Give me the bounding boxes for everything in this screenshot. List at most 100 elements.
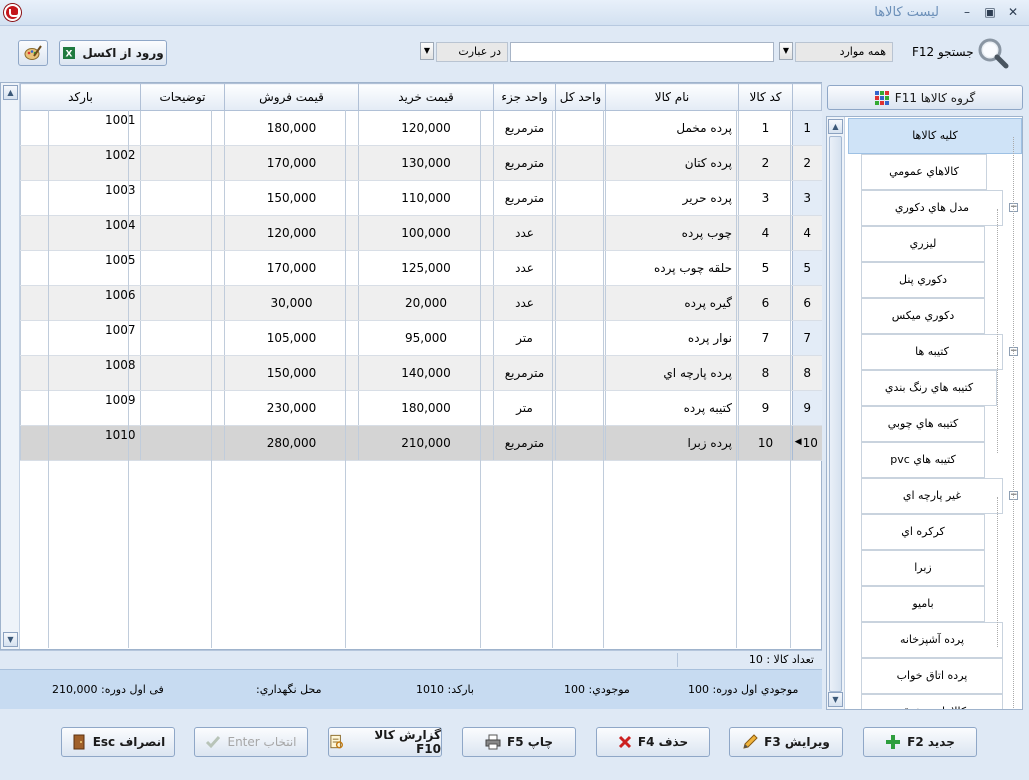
barcode-cell[interactable]: 1008 — [20, 355, 141, 391]
column-header-unit-total[interactable]: واحد کل — [555, 83, 606, 111]
sell-price-cell[interactable]: 150,000 — [224, 180, 359, 216]
tree-scroll-down-icon[interactable]: ▼ — [828, 692, 843, 707]
row-index-cell[interactable]: 4 — [792, 215, 822, 251]
match-mode-dropdown-arrow[interactable]: ▼ — [420, 42, 434, 60]
name-cell[interactable]: حلقه چوب پرده — [605, 250, 739, 286]
sell-price-cell[interactable]: 180,000 — [224, 110, 359, 146]
tree-node[interactable]: کتيبه هاي رنگ بندي — [861, 370, 997, 406]
code-cell[interactable]: 7 — [738, 320, 793, 356]
unit-part-cell[interactable]: مترمربع — [493, 145, 556, 181]
unit-part-cell[interactable]: عدد — [493, 285, 556, 321]
unit-total-cell[interactable] — [555, 320, 606, 356]
unit-part-cell[interactable]: متر — [493, 320, 556, 356]
column-header-name[interactable]: نام کالا — [605, 83, 739, 111]
search-input[interactable] — [510, 42, 774, 62]
unit-part-cell[interactable]: مترمربع — [493, 425, 556, 461]
tree-node[interactable]: دکوري ميکس — [861, 298, 985, 334]
buy-price-cell[interactable]: 210,000 — [358, 425, 494, 461]
row-index-cell[interactable]: 9 — [792, 390, 822, 426]
table-row[interactable]: 10 ◀ 10 پرده زبرا مترمربع 210,000 280,000 1010 — [20, 425, 822, 461]
unit-part-cell[interactable]: مترمربع — [493, 110, 556, 146]
select-button[interactable]: انتخاب Enter — [194, 727, 308, 757]
buy-price-cell[interactable]: 180,000 — [358, 390, 494, 426]
unit-part-cell[interactable]: مترمربع — [493, 355, 556, 391]
code-cell[interactable]: 5 — [738, 250, 793, 286]
print-button[interactable]: چاپ F5 — [462, 727, 576, 757]
sell-price-cell[interactable]: 105,000 — [224, 320, 359, 356]
tree-node[interactable]: کتيبه ها — [861, 334, 1003, 370]
name-cell[interactable]: چوب پرده — [605, 215, 739, 251]
tree-scroll-up-icon[interactable]: ▲ — [828, 119, 843, 134]
delete-button[interactable]: حذف F4 — [596, 727, 710, 757]
barcode-cell[interactable]: 1004 — [20, 215, 141, 251]
edit-button[interactable]: ويرايش F3 — [729, 727, 843, 757]
code-cell[interactable]: 1 — [738, 110, 793, 146]
tree-vertical-scrollbar[interactable]: ▲ ▼ — [827, 117, 845, 709]
buy-price-cell[interactable]: 110,000 — [358, 180, 494, 216]
unit-part-cell[interactable]: متر — [493, 390, 556, 426]
name-cell[interactable]: گيره پرده — [605, 285, 739, 321]
barcode-cell[interactable]: 1007 — [20, 320, 141, 356]
table-row[interactable]: 8 8 پرده پارچه اي مترمربع 140,000 150,000 1008 — [20, 355, 822, 391]
tree-node[interactable]: کرکره اي — [861, 514, 985, 550]
unit-total-cell[interactable] — [555, 390, 606, 426]
buy-price-cell[interactable]: 120,000 — [358, 110, 494, 146]
code-cell[interactable]: 8 — [738, 355, 793, 391]
tree-node[interactable]: ليزري — [861, 226, 985, 262]
new-button[interactable]: جديد F2 — [863, 727, 977, 757]
code-cell[interactable]: 10 — [738, 425, 793, 461]
sell-price-cell[interactable]: 230,000 — [224, 390, 359, 426]
unit-total-cell[interactable] — [555, 355, 606, 391]
table-row[interactable]: 4 4 چوب پرده عدد 100,000 120,000 1004 — [20, 215, 822, 251]
cancel-button[interactable]: انصراف Esc — [61, 727, 175, 757]
tree-node[interactable]: کليه کالاها — [848, 118, 1022, 154]
tree-node[interactable]: زبرا — [861, 550, 985, 586]
column-header-description[interactable]: توضیحات — [140, 83, 225, 111]
close-button[interactable]: ✕ — [1002, 3, 1024, 21]
barcode-cell[interactable]: 1010 — [20, 425, 141, 461]
column-header-barcode[interactable]: بارکد — [20, 83, 141, 111]
table-row[interactable]: 2 2 پرده کتان مترمربع 130,000 170,000 1002 — [20, 145, 822, 181]
unit-total-cell[interactable] — [555, 215, 606, 251]
barcode-cell[interactable]: 1009 — [20, 390, 141, 426]
search-icon[interactable] — [977, 37, 1009, 69]
buy-price-cell[interactable]: 95,000 — [358, 320, 494, 356]
sell-price-cell[interactable]: 120,000 — [224, 215, 359, 251]
scroll-down-icon[interactable]: ▼ — [3, 632, 18, 647]
match-mode-combo[interactable]: در عبارت — [436, 42, 508, 62]
name-cell[interactable]: نوار پرده — [605, 320, 739, 356]
tree-node[interactable]: پرده اتاق خواب — [861, 658, 1003, 694]
unit-part-cell[interactable]: عدد — [493, 250, 556, 286]
row-index-cell[interactable]: 5 — [792, 250, 822, 286]
table-row[interactable]: 3 3 پرده حرير مترمربع 110,000 150,000 1003 — [20, 180, 822, 216]
barcode-cell[interactable]: 1006 — [20, 285, 141, 321]
code-cell[interactable]: 9 — [738, 390, 793, 426]
name-cell[interactable]: پرده مخمل — [605, 110, 739, 146]
sell-price-cell[interactable]: 30,000 — [224, 285, 359, 321]
barcode-cell[interactable]: 1005 — [20, 250, 141, 286]
row-index-cell[interactable]: 6 — [792, 285, 822, 321]
column-header-sell-price[interactable]: قیمت فروش — [224, 83, 359, 111]
buy-price-cell[interactable]: 100,000 — [358, 215, 494, 251]
scope-dropdown-arrow[interactable]: ▼ — [779, 42, 793, 60]
item-groups-button[interactable]: گروه کالاها F11 — [827, 85, 1023, 110]
name-cell[interactable]: پرده حرير — [605, 180, 739, 216]
row-index-cell[interactable]: 2 — [792, 145, 822, 181]
minimize-button[interactable]: – — [956, 3, 978, 21]
barcode-cell[interactable]: 1001 — [20, 110, 141, 146]
search-scope-combo[interactable]: همه موارد — [795, 42, 893, 62]
barcode-cell[interactable]: 1003 — [20, 180, 141, 216]
tree-node[interactable]: دکوري پنل — [861, 262, 985, 298]
scroll-up-icon[interactable]: ▲ — [3, 85, 18, 100]
buy-price-cell[interactable]: 140,000 — [358, 355, 494, 391]
unit-total-cell[interactable] — [555, 110, 606, 146]
name-cell[interactable]: پرده پارچه اي — [605, 355, 739, 391]
table-row[interactable]: 5 5 حلقه چوب پرده عدد 125,000 170,000 1005 — [20, 250, 822, 286]
table-row[interactable]: 7 7 نوار پرده متر 95,000 105,000 1007 — [20, 320, 822, 356]
sell-price-cell[interactable]: 170,000 — [224, 145, 359, 181]
unit-total-cell[interactable] — [555, 250, 606, 286]
sell-price-cell[interactable]: 280,000 — [224, 425, 359, 461]
grid-vertical-scrollbar[interactable]: ▲ ▼ — [1, 83, 20, 649]
table-row[interactable]: 9 9 کتيبه پرده متر 180,000 230,000 1009 — [20, 390, 822, 426]
code-cell[interactable]: 6 — [738, 285, 793, 321]
